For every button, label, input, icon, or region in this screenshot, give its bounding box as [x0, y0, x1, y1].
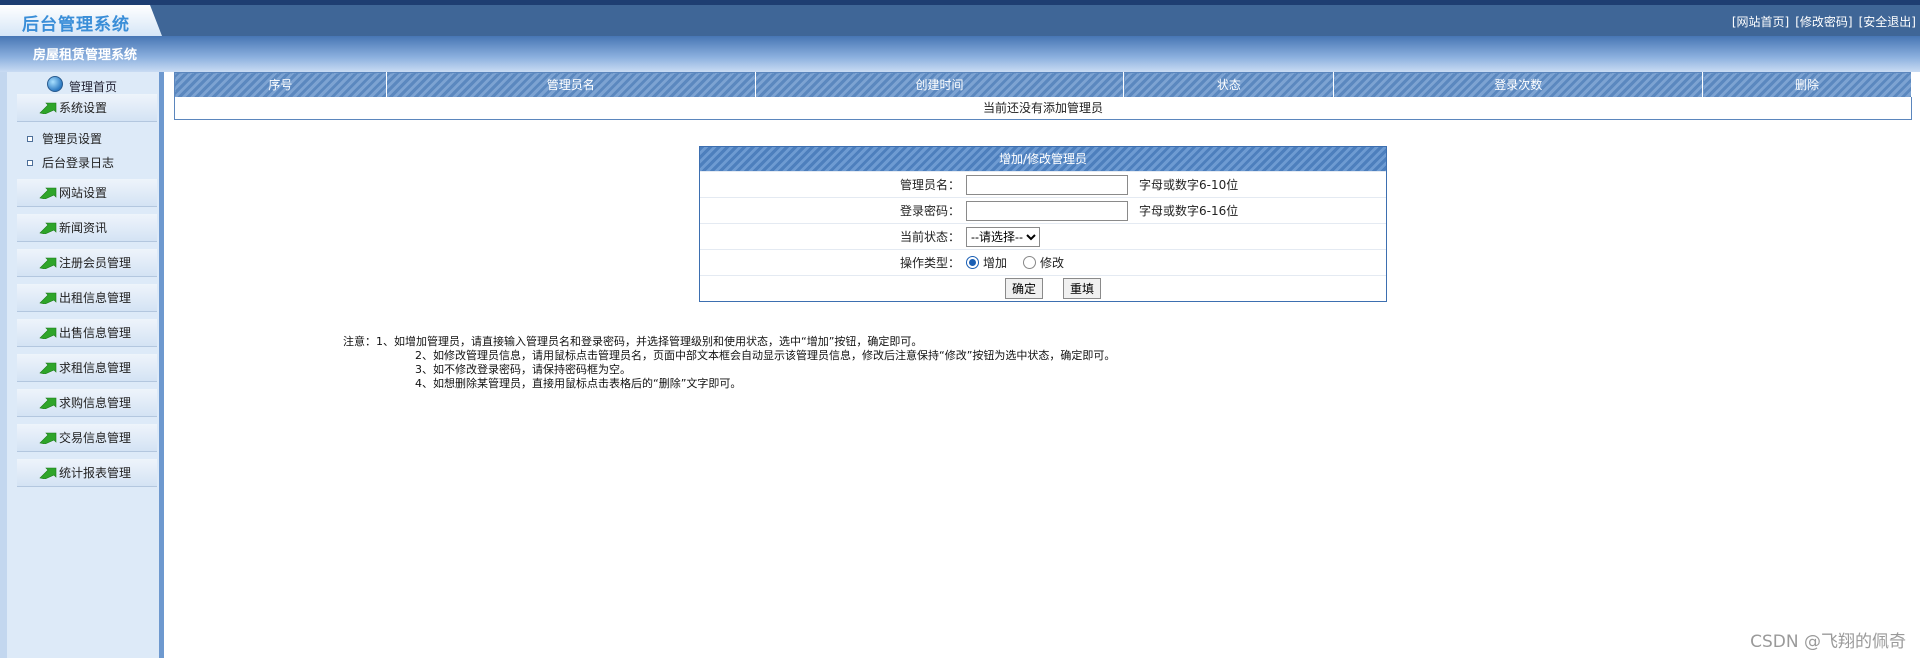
green-arrow-icon: [39, 292, 57, 304]
sidebar-menu-system-settings[interactable]: 系统设置: [17, 94, 157, 122]
form-row-status: 当前状态： --请选择--: [700, 223, 1386, 249]
subitem-label: 管理员设置: [42, 132, 103, 146]
col-header-delete: 删除: [1702, 72, 1912, 97]
sidebar-menu-news[interactable]: 新闻资讯: [17, 214, 157, 242]
password-input[interactable]: [966, 200, 1128, 221]
col-header-created-time: 创建时间: [755, 72, 1125, 97]
radio-add-label: 增加: [983, 256, 1008, 270]
menu-label: 交易信息管理: [59, 431, 132, 445]
admin-table: 序号 管理员名 创建时间 状态 登录次数 删除 当前还没有添加管理员: [174, 72, 1912, 120]
sidebar-panel: 管理首页 系统设置 管理员设置 后台登录日志 网站设置 新闻资讯 注册会员管理: [7, 72, 159, 658]
radio-edit[interactable]: 修改: [1023, 254, 1064, 271]
table-row: 当前还没有添加管理员: [175, 97, 1912, 120]
note-line: 4、如想删除某管理员，直接用鼠标点击表格后的“删除”文字即可。: [415, 377, 742, 390]
green-arrow-icon: [39, 397, 57, 409]
username-input[interactable]: [966, 174, 1128, 195]
link-site-home[interactable]: [网站首页]: [1732, 13, 1789, 30]
green-arrow-icon: [39, 222, 57, 234]
bullet-icon: [27, 159, 33, 166]
watermark: CSDN @飞翔的佩奇: [1750, 632, 1906, 652]
col-header-admin-name: 管理员名: [386, 72, 756, 97]
sidebar-menu-members[interactable]: 注册会员管理: [17, 249, 157, 277]
logo-text: 后台管理系统: [22, 15, 130, 35]
system-title: 房屋租赁管理系统: [33, 48, 138, 63]
sidebar: 管理首页 系统设置 管理员设置 后台登录日志 网站设置 新闻资讯 注册会员管理: [0, 72, 164, 658]
col-header-login-count: 登录次数: [1333, 72, 1704, 97]
username-hint: 字母或数字6-10位: [1139, 178, 1239, 192]
password-hint: 字母或数字6-16位: [1139, 204, 1239, 218]
sidebar-menu-transactions[interactable]: 交易信息管理: [17, 424, 157, 452]
note-line: 3、如不修改登录密码，请保持密码框为空。: [415, 363, 631, 376]
radio-edit-control[interactable]: [1023, 256, 1037, 269]
link-logout[interactable]: [安全退出]: [1859, 13, 1916, 30]
green-arrow-icon: [39, 467, 57, 479]
sidebar-menu-want-buy[interactable]: 求购信息管理: [17, 389, 157, 417]
status-label: 当前状态：: [899, 230, 960, 244]
table-header-row: 序号 管理员名 创建时间 状态 登录次数 删除: [174, 72, 1912, 97]
radio-add[interactable]: 增加: [966, 254, 1007, 271]
col-header-status: 状态: [1123, 72, 1335, 97]
subitem-label: 后台登录日志: [42, 156, 115, 170]
green-arrow-icon: [39, 327, 57, 339]
logo-tab: 后台管理系统: [0, 5, 162, 36]
sidebar-menu-rent-out[interactable]: 出租信息管理: [17, 284, 157, 312]
password-label: 登录密码：: [899, 204, 960, 218]
radio-add-control[interactable]: [966, 256, 979, 269]
confirm-button[interactable]: 确定: [1004, 278, 1043, 299]
admin-form: 增加/修改管理员 管理员名： 字母或数字6-10位 登录密码： 字母或数字6-1…: [699, 146, 1387, 302]
green-arrow-icon: [39, 102, 57, 114]
globe-icon: [47, 76, 63, 92]
form-row-username: 管理员名： 字母或数字6-10位: [700, 171, 1386, 197]
optype-label: 操作类型：: [899, 256, 960, 270]
menu-label: 新闻资讯: [59, 221, 108, 235]
sidebar-menu-sale[interactable]: 出售信息管理: [17, 319, 157, 347]
empty-message: 当前还没有添加管理员: [982, 101, 1103, 116]
reset-button[interactable]: 重填: [1063, 278, 1102, 299]
note-line: 2、如修改管理员信息，请用鼠标点击管理员名，页面中部文本框会自动显示该管理员信息…: [415, 349, 1116, 362]
link-change-password[interactable]: [修改密码]: [1795, 13, 1852, 30]
menu-label: 网站设置: [59, 186, 108, 200]
sidebar-menu-reports[interactable]: 统计报表管理: [17, 459, 157, 487]
sub-header: 房屋租赁管理系统: [0, 36, 1920, 72]
top-header: 后台管理系统 [网站首页] [修改密码] [安全退出]: [0, 0, 1920, 36]
sidebar-subitem-admin-settings[interactable]: 管理员设置: [27, 130, 102, 147]
menu-label: 求租信息管理: [59, 361, 132, 375]
sidebar-subitem-login-log[interactable]: 后台登录日志: [27, 154, 114, 171]
green-arrow-icon: [39, 432, 57, 444]
form-row-buttons: 确定 重填: [700, 275, 1386, 301]
form-row-password: 登录密码： 字母或数字6-16位: [700, 197, 1386, 223]
menu-label: 系统设置: [59, 101, 108, 115]
sidebar-menu-want-rent[interactable]: 求租信息管理: [17, 354, 157, 382]
menu-label: 出售信息管理: [59, 326, 132, 340]
menu-label: 出租信息管理: [59, 291, 132, 305]
col-header-index: 序号: [174, 72, 387, 97]
sidebar-home-label: 管理首页: [69, 79, 118, 94]
note-line: 注意：1、如增加管理员，请直接输入管理员名和登录密码，并选择管理级别和使用状态，…: [343, 335, 923, 348]
menu-label: 求购信息管理: [59, 396, 132, 410]
radio-edit-label: 修改: [1040, 256, 1065, 270]
username-label: 管理员名：: [899, 178, 960, 192]
menu-label: 注册会员管理: [59, 256, 132, 270]
form-row-optype: 操作类型： 增加 修改: [700, 249, 1386, 275]
green-arrow-icon: [39, 362, 57, 374]
green-arrow-icon: [39, 187, 57, 199]
usage-notes: 注意：1、如增加管理员，请直接输入管理员名和登录密码，并选择管理级别和使用状态，…: [343, 335, 1115, 391]
top-links: [网站首页] [修改密码] [安全退出]: [1732, 13, 1916, 30]
bullet-icon: [27, 135, 33, 142]
sidebar-home[interactable]: 管理首页: [47, 72, 117, 94]
sidebar-menu-site-settings[interactable]: 网站设置: [17, 179, 157, 207]
form-title: 增加/修改管理员: [700, 147, 1386, 171]
green-arrow-icon: [39, 257, 57, 269]
status-select[interactable]: --请选择--: [966, 226, 1040, 247]
menu-label: 统计报表管理: [59, 466, 132, 480]
